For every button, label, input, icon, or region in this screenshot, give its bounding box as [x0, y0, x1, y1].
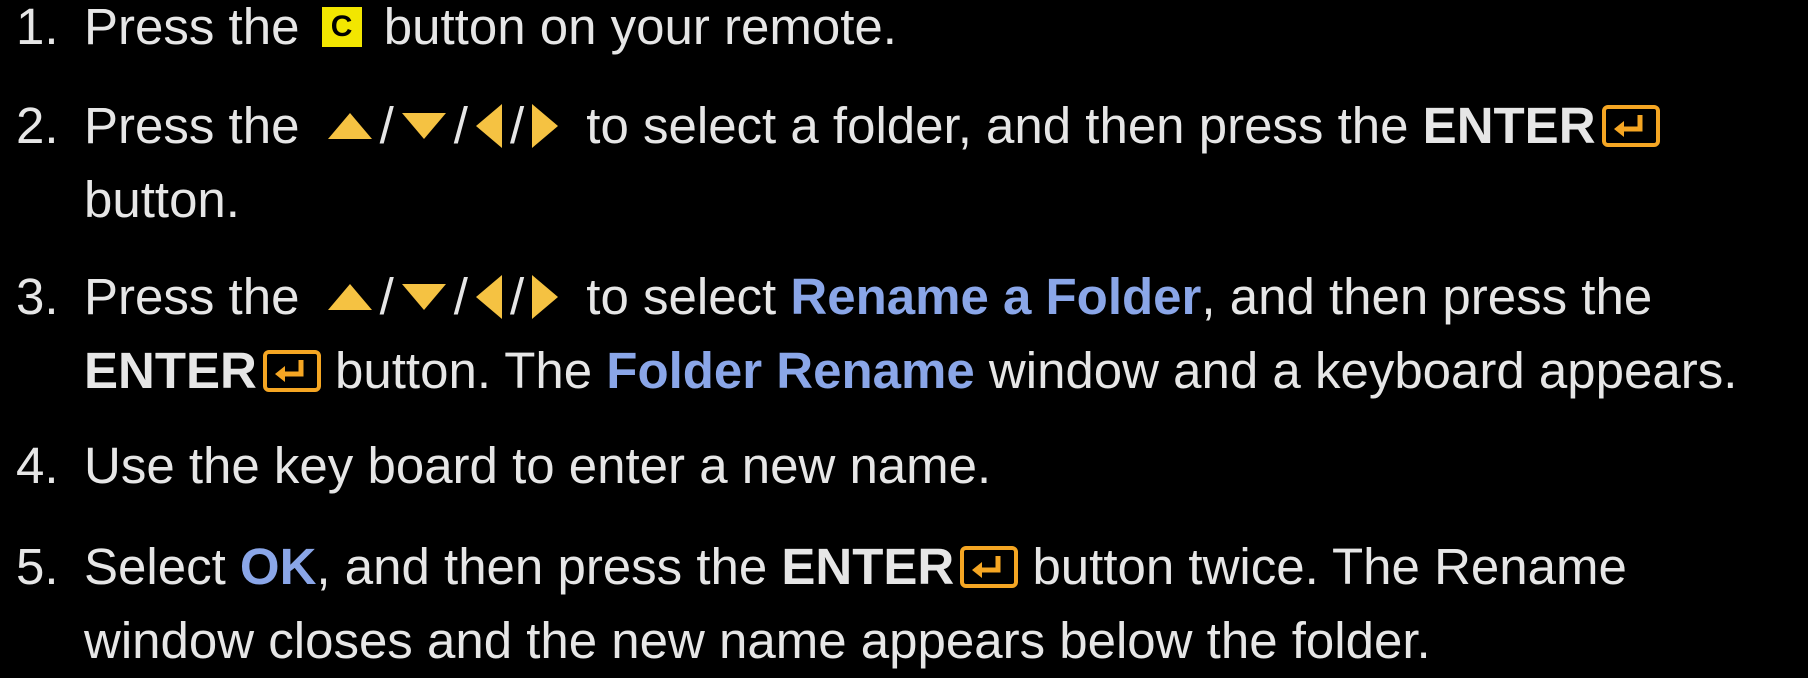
left-arrow-icon — [475, 274, 502, 319]
step-3: 3. Press the / / / to select Rename a Fold… — [0, 260, 1757, 408]
step-text: Select — [84, 538, 226, 595]
slash-separator: / — [509, 97, 525, 154]
enter-label: ENTER — [84, 342, 257, 399]
c-button-icon: C — [321, 6, 362, 47]
down-arrow-icon — [401, 283, 446, 310]
enter-key-icon — [262, 349, 321, 392]
step-4: 4. Use the key board to enter a new name… — [0, 429, 1011, 503]
step-number: 1. — [16, 0, 59, 55]
step-number: 2. — [16, 97, 59, 154]
step-text: to select — [586, 268, 777, 325]
enter-key-icon — [960, 545, 1019, 588]
step-text: to select a folder, and then press the — [586, 97, 1409, 154]
window-name-folder-rename: Folder Rename — [606, 342, 975, 399]
slash-separator: / — [379, 268, 394, 325]
enter-label: ENTER — [1422, 97, 1596, 154]
step-text: window and a keyboard appears. — [988, 342, 1738, 399]
ok-option: OK — [239, 538, 317, 595]
enter-label: ENTER — [781, 538, 955, 595]
down-arrow-icon — [401, 112, 446, 139]
step-number: 3. — [16, 268, 59, 325]
step-text: button on your remote. — [383, 0, 897, 55]
enter-key-icon — [1601, 104, 1660, 147]
step-text: Press the — [84, 0, 300, 55]
slash-separator: / — [509, 268, 525, 325]
slash-separator: / — [453, 268, 468, 325]
menu-option-rename-a-folder: Rename a Folder — [790, 268, 1202, 325]
step-text: Use the key board to enter a new name. — [84, 437, 992, 494]
step-text: , and then press the — [316, 538, 768, 595]
step-text: button. — [84, 171, 240, 228]
slash-separator: / — [379, 97, 394, 154]
slash-separator: / — [453, 97, 468, 154]
left-arrow-icon — [475, 103, 502, 148]
up-arrow-icon — [327, 112, 372, 139]
right-arrow-icon — [532, 103, 559, 148]
step-text: , and then press the — [1201, 268, 1653, 325]
step-text: button twice. The Rename — [1032, 538, 1627, 595]
step-5: 5. Select OK, and then press the ENTER b… — [0, 530, 1647, 678]
step-text: Press the — [84, 97, 300, 154]
step-text: Press the — [84, 268, 300, 325]
step-2: 2. Press the / / / to select a folder, and… — [0, 89, 1680, 237]
step-text: window closes and the new name appears b… — [84, 612, 1431, 669]
up-arrow-icon — [327, 283, 372, 310]
step-number: 4. — [16, 437, 59, 494]
step-number: 5. — [16, 538, 59, 595]
step-text: button. The — [335, 342, 593, 399]
right-arrow-icon — [532, 274, 559, 319]
step-1: 1. Press the C button on your remote. — [0, 0, 917, 64]
